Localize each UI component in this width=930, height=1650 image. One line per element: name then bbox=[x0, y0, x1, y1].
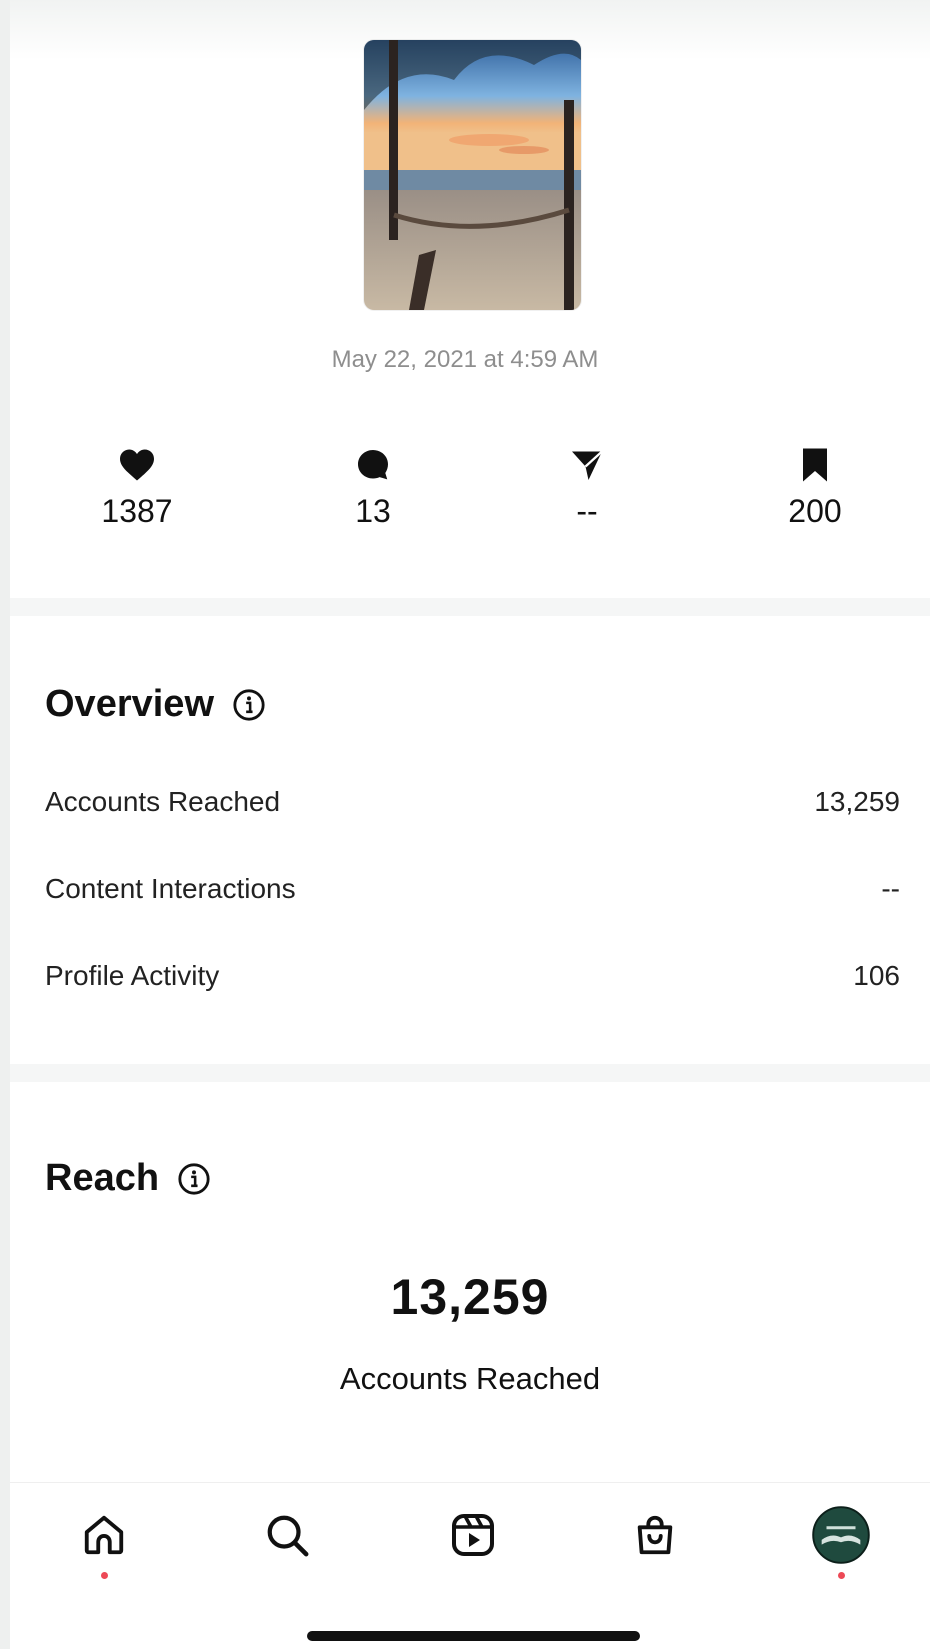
comments-stat: 13 bbox=[303, 445, 443, 530]
likes-stat: 1387 bbox=[67, 445, 207, 530]
post-timestamp: May 22, 2021 at 4:59 AM bbox=[331, 346, 599, 373]
info-icon[interactable] bbox=[177, 1162, 211, 1196]
row-label: Profile Activity bbox=[45, 960, 220, 991]
overview-row-accounts-reached[interactable]: Accounts Reached 13,259 bbox=[45, 786, 900, 818]
section-divider bbox=[10, 598, 930, 616]
nav-profile[interactable] bbox=[811, 1505, 871, 1565]
home-icon bbox=[84, 1515, 124, 1555]
likes-count: 1387 bbox=[101, 493, 173, 529]
overview-row-profile-activity[interactable]: Profile Activity 106 bbox=[45, 960, 900, 992]
section-divider bbox=[10, 1064, 930, 1082]
shares-stat: -- bbox=[517, 445, 657, 530]
reels-icon bbox=[452, 1514, 494, 1556]
reach-value: 13,259 bbox=[390, 1269, 550, 1325]
row-value: -- bbox=[881, 873, 900, 904]
notification-dot bbox=[838, 1572, 845, 1579]
info-icon[interactable] bbox=[232, 688, 266, 722]
overview-title: Overview bbox=[45, 683, 214, 725]
notification-dot bbox=[101, 1572, 108, 1579]
reach-label: Accounts Reached bbox=[339, 1361, 601, 1396]
row-label: Content Interactions bbox=[45, 873, 296, 904]
comments-count: 13 bbox=[355, 493, 391, 529]
nav-reels[interactable] bbox=[443, 1505, 503, 1565]
reach-heading: Reach bbox=[45, 1157, 211, 1200]
overview-heading: Overview bbox=[45, 683, 266, 726]
profile-avatar bbox=[812, 1506, 870, 1564]
shop-icon bbox=[637, 1515, 673, 1555]
reach-title: Reach bbox=[45, 1157, 160, 1199]
nav-shop[interactable] bbox=[625, 1505, 685, 1565]
overview-row-content-interactions[interactable]: Content Interactions -- bbox=[45, 873, 900, 905]
saves-count: 200 bbox=[788, 493, 842, 529]
nav-home[interactable] bbox=[74, 1505, 134, 1565]
saves-stat: 200 bbox=[745, 445, 885, 530]
bookmark-icon bbox=[803, 448, 827, 482]
home-indicator bbox=[307, 1631, 640, 1641]
shares-count: -- bbox=[576, 493, 598, 529]
row-value: 106 bbox=[853, 960, 900, 991]
share-icon bbox=[572, 450, 603, 480]
row-label: Accounts Reached bbox=[45, 786, 281, 817]
beach-sunset-image bbox=[364, 40, 581, 310]
nav-search[interactable] bbox=[257, 1505, 317, 1565]
left-edge bbox=[0, 0, 10, 1649]
search-icon bbox=[267, 1515, 309, 1557]
comment-icon bbox=[358, 450, 388, 480]
row-value: 13,259 bbox=[814, 786, 900, 817]
post-thumbnail[interactable] bbox=[364, 40, 581, 310]
heart-icon bbox=[120, 449, 154, 481]
